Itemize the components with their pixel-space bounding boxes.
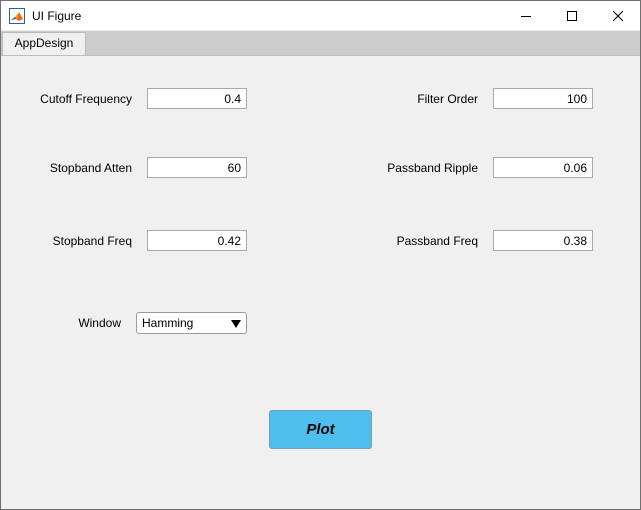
cutoff-frequency-label: Cutoff Frequency	[40, 92, 132, 106]
passband-ripple-label: Passband Ripple	[387, 161, 478, 175]
stopband-atten-label: Stopband Atten	[49, 161, 132, 175]
passband-freq-field[interactable]	[493, 230, 593, 251]
maximize-button[interactable]	[549, 1, 595, 30]
close-button[interactable]	[595, 1, 640, 30]
cutoff-frequency-field[interactable]	[147, 88, 247, 109]
passband-ripple-field[interactable]	[493, 157, 593, 178]
window-title: UI Figure	[32, 9, 82, 23]
window-dropdown-value: Hamming	[142, 316, 194, 330]
stopband-atten-field[interactable]	[147, 157, 247, 178]
filter-order-label: Filter Order	[417, 92, 478, 106]
stopband-freq-field[interactable]	[147, 230, 247, 251]
dropdown-arrow-icon	[231, 320, 241, 328]
tab-appdesign[interactable]: AppDesign	[2, 32, 86, 55]
plot-button[interactable]: Plot	[269, 410, 372, 449]
minimize-button[interactable]	[503, 1, 549, 30]
minimize-icon	[521, 15, 531, 17]
app-window: UI Figure AppDesign Cutoff Frequency Fil…	[0, 0, 641, 510]
filter-order-field[interactable]	[493, 88, 593, 109]
window-label: Window	[78, 316, 121, 330]
passband-freq-label: Passband Freq	[396, 234, 478, 248]
stopband-freq-label: Stopband Freq	[52, 234, 132, 248]
matlab-icon	[9, 8, 25, 24]
window-dropdown[interactable]: Hamming	[136, 312, 247, 334]
maximize-icon	[567, 10, 577, 21]
title-bar[interactable]: UI Figure	[1, 1, 640, 30]
tab-strip: AppDesign	[1, 31, 640, 56]
close-icon	[612, 10, 624, 21]
